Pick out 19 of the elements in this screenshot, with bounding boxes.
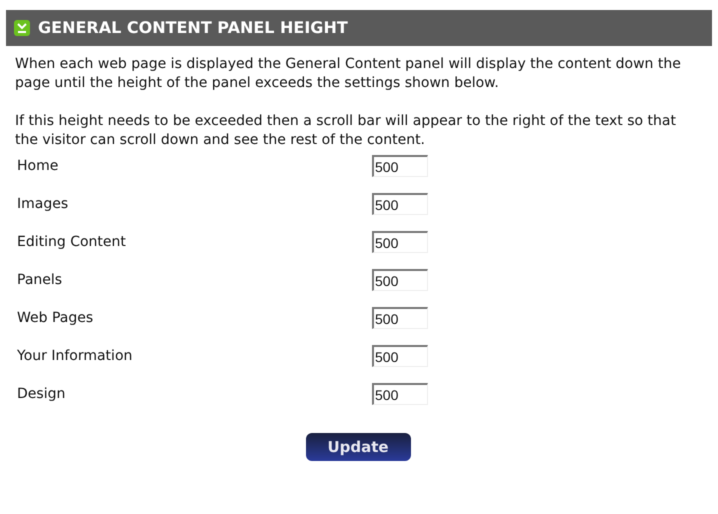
height-input[interactable]: 500 xyxy=(372,269,428,291)
field-label: Panels xyxy=(17,271,64,289)
description-text: If this height needs to be exceeded then a scroll bar will appear to the right of the text so that the visitor can scroll down and see the rest of the content. xyxy=(15,112,677,150)
height-input[interactable]: 500 xyxy=(372,383,428,405)
update-button[interactable]: Update xyxy=(306,433,410,461)
height-input[interactable]: 500 xyxy=(372,231,428,253)
field-label: Design xyxy=(17,385,66,403)
height-input[interactable]: 500 xyxy=(372,307,428,329)
field-label: Images xyxy=(17,195,70,213)
height-input[interactable]: 500 xyxy=(372,193,428,215)
field-label: Editing Content xyxy=(17,233,127,251)
height-input[interactable]: 500 xyxy=(372,345,428,367)
field-label: Home xyxy=(17,157,60,175)
field-label: Web Pages xyxy=(17,309,94,327)
description-text: When each web page is displayed the General Content panel will display the content down the page until the height of the panel exceeds the settings shown below. xyxy=(15,55,682,93)
panel-title: GENERAL CONTENT PANEL HEIGHT xyxy=(38,17,348,39)
download-icon xyxy=(14,20,30,36)
height-input[interactable]: 500 xyxy=(372,155,428,177)
field-label: Your Information xyxy=(17,347,134,365)
